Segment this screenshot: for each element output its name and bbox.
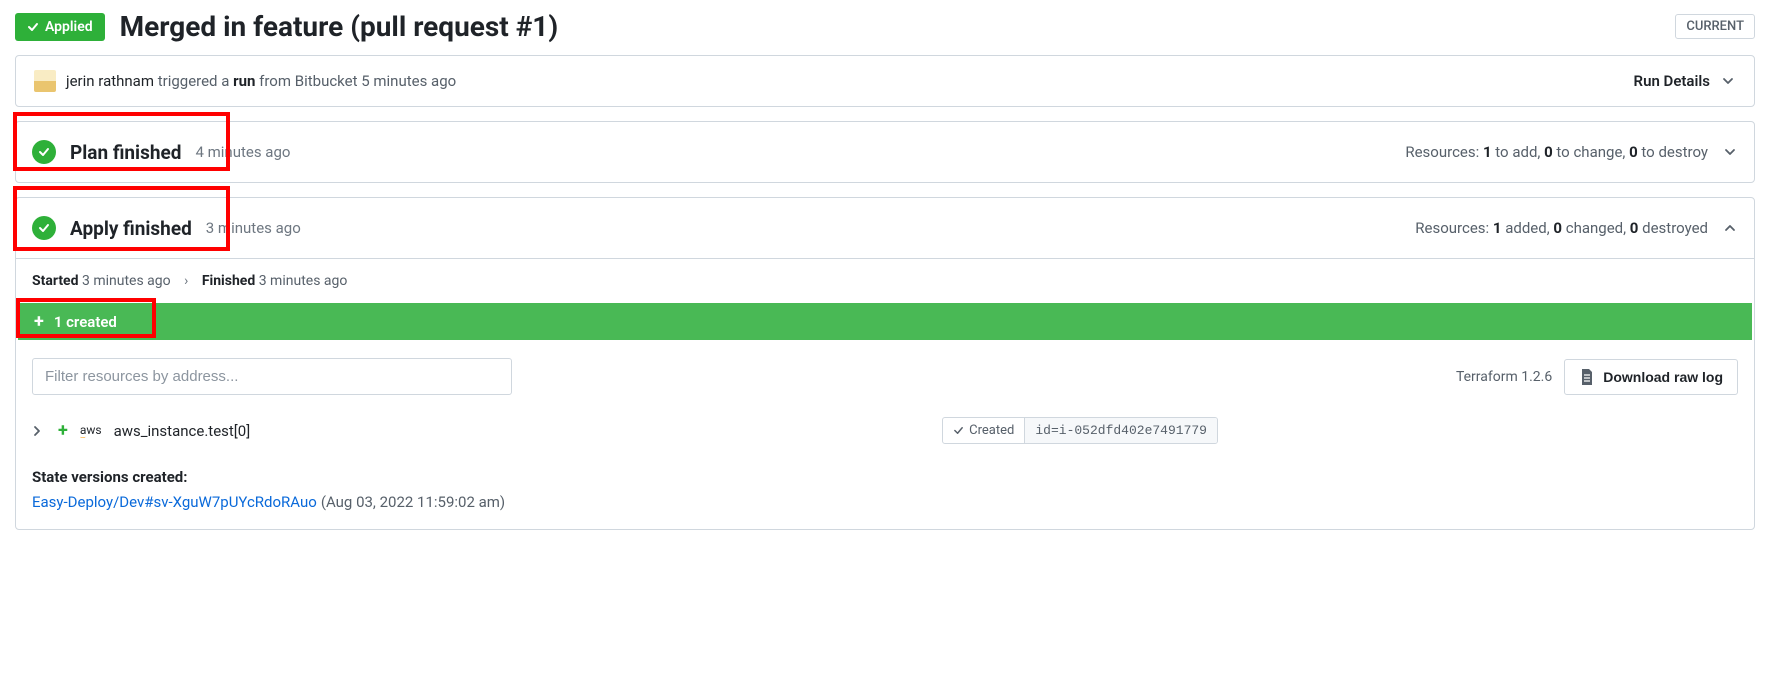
state-heading: State versions created: (32, 468, 1738, 486)
apply-title: Apply finished (70, 217, 192, 240)
avatar (34, 70, 56, 92)
state-section: State versions created: Easy-Deploy/Dev#… (16, 458, 1754, 529)
status-badge-label: Applied (45, 19, 93, 35)
resource-name: aws_instance.test[0] (114, 422, 251, 440)
page-header: Applied Merged in feature (pull request … (15, 10, 1755, 43)
resource-id: id=i-052dfd402e7491779 (1024, 418, 1217, 443)
download-label: Download raw log (1603, 369, 1723, 385)
created-bar[interactable]: + 1 created (18, 303, 1752, 340)
plan-time-ago: 4 minutes ago (195, 143, 290, 161)
apply-card: Apply finished 3 minutes ago Resources: … (15, 197, 1755, 530)
terraform-version: Terraform 1.2.6 (1456, 369, 1552, 385)
page-title: Merged in feature (pull request #1) (120, 10, 1661, 43)
chevron-down-icon[interactable] (1722, 144, 1738, 160)
plan-resources-summary: Resources: 1 to add, 0 to change, 0 to d… (1405, 143, 1708, 161)
filter-input[interactable] (32, 358, 512, 395)
check-circle-icon (32, 140, 56, 164)
download-raw-log-button[interactable]: Download raw log (1564, 359, 1738, 395)
created-bar-label: 1 created (54, 313, 117, 331)
document-icon (1579, 368, 1595, 386)
checkmark-icon (27, 21, 39, 33)
chevron-up-icon[interactable] (1722, 220, 1738, 236)
apply-header[interactable]: Apply finished 3 minutes ago Resources: … (16, 198, 1754, 258)
apply-details: Started 3 minutes ago › Finished 3 minut… (16, 258, 1754, 529)
plus-icon: + (34, 311, 44, 332)
check-circle-icon (32, 216, 56, 240)
status-badge-applied: Applied (15, 13, 105, 41)
plus-icon: + (58, 420, 68, 441)
user-name: jerin rathnam (66, 72, 154, 90)
filter-row: Terraform 1.2.6 Download raw log (16, 358, 1754, 407)
run-details-text: jerin rathnam triggered a run from Bitbu… (66, 72, 1624, 90)
run-details-card: jerin rathnam triggered a run from Bitbu… (15, 55, 1755, 107)
plan-title: Plan finished (70, 141, 181, 164)
aws-logo-icon: aws ⌣ (80, 423, 102, 439)
resource-status: Created (943, 418, 1024, 443)
current-badge: CURRENT (1675, 14, 1755, 39)
state-version-link[interactable]: Easy-Deploy/Dev#sv-XguW7pUYcRdoRAuo (32, 493, 317, 511)
apply-timeline: Started 3 minutes ago › Finished 3 minut… (16, 259, 1754, 303)
resource-row[interactable]: + aws ⌣ aws_instance.test[0] Created id=… (16, 407, 1754, 458)
run-details-link[interactable]: Run Details (1634, 72, 1710, 90)
plan-header[interactable]: Plan finished 4 minutes ago Resources: 1… (16, 122, 1754, 182)
chevron-down-icon[interactable] (1720, 73, 1736, 89)
resource-status-group: Created id=i-052dfd402e7491779 (942, 417, 1218, 444)
apply-resources-summary: Resources: 1 added, 0 changed, 0 destroy… (1415, 219, 1708, 237)
apply-time-ago: 3 minutes ago (206, 219, 301, 237)
state-timestamp: (Aug 03, 2022 11:59:02 am) (321, 493, 505, 511)
run-details-row[interactable]: jerin rathnam triggered a run from Bitbu… (16, 56, 1754, 106)
chevron-right-icon[interactable] (32, 425, 46, 437)
plan-card: Plan finished 4 minutes ago Resources: 1… (15, 121, 1755, 183)
